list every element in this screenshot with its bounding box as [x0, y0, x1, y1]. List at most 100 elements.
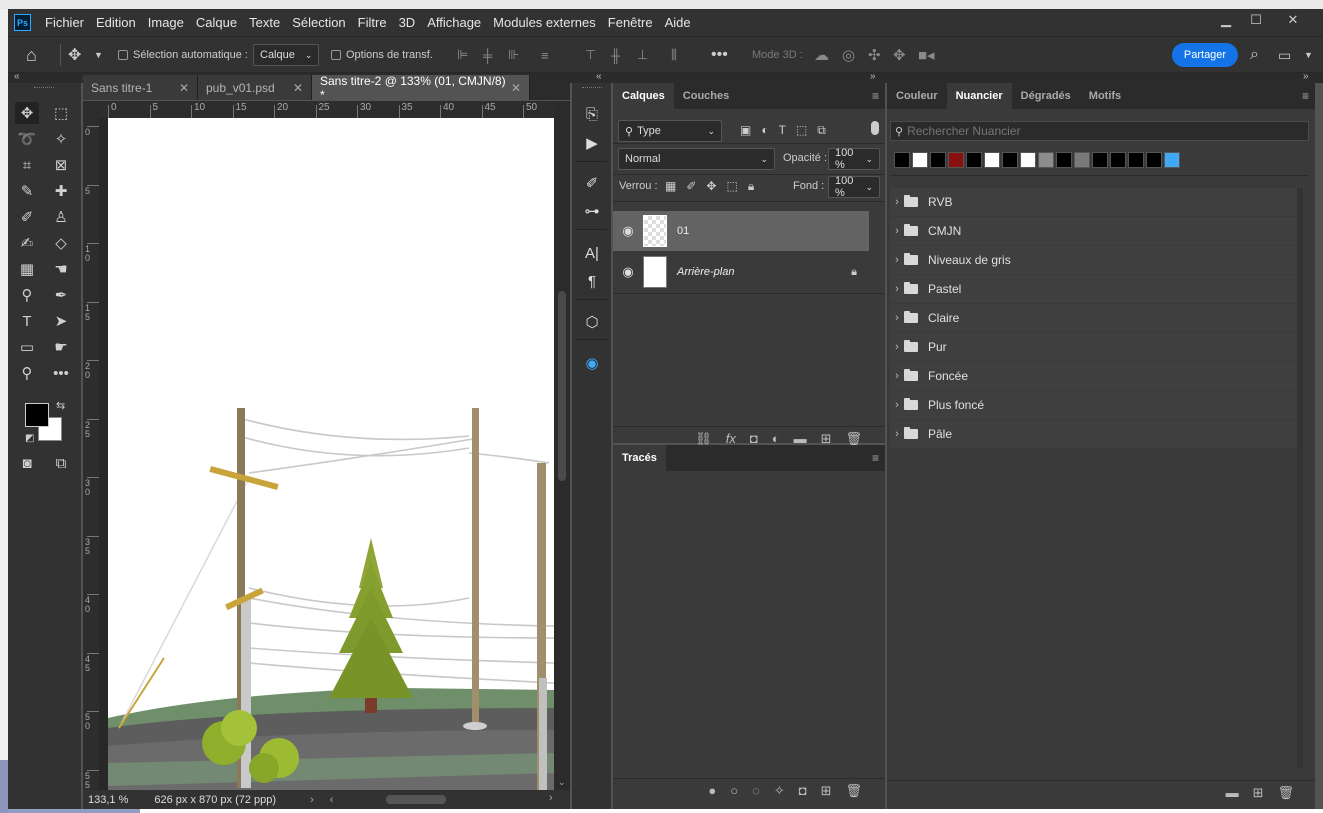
swatch-group-row[interactable]: › RVB	[890, 188, 1298, 216]
workspace-chevron-icon[interactable]: ▼	[1304, 37, 1313, 73]
share-button[interactable]: Partager	[1172, 43, 1238, 67]
orbit-3d-icon[interactable]: ☁	[814, 37, 829, 73]
swatch-color[interactable]	[1056, 152, 1072, 168]
canvas-area[interactable]	[99, 118, 554, 791]
add-mask-icon[interactable]: ◘	[799, 783, 807, 798]
chevron-right-icon[interactable]: ›	[890, 225, 904, 237]
swatch-color[interactable]	[984, 152, 1000, 168]
screen-mode-icon[interactable]: ⧉	[49, 452, 73, 474]
swatch-group-row[interactable]: › Niveaux de gris	[890, 246, 1298, 274]
chevron-right-icon[interactable]: ›	[890, 196, 904, 208]
make-path-icon[interactable]: ✧	[774, 783, 785, 799]
swatch-color[interactable]	[1074, 152, 1090, 168]
panel-menu-icon[interactable]: ≡	[872, 451, 879, 465]
move-tool-icon[interactable]: ✥	[15, 102, 39, 124]
brush-tool-icon[interactable]: ✐	[15, 206, 39, 228]
new-swatch-icon[interactable]: ⊞	[1253, 785, 1264, 801]
swatch-color[interactable]	[948, 152, 964, 168]
close-tab-icon[interactable]: ✕	[293, 81, 303, 95]
visibility-eye-icon[interactable]: ◉	[613, 223, 643, 239]
tab-sans-titre-1[interactable]: Sans titre-1 ✕	[83, 75, 198, 100]
3d-cube-icon[interactable]: ⬡	[580, 310, 604, 334]
tab-degrades[interactable]: Dégradés	[1012, 83, 1080, 109]
collapse-panels-icon[interactable]: »	[1303, 71, 1309, 82]
h-scroll-thumb[interactable]	[386, 795, 446, 804]
opacity-field[interactable]: 100 % ⌄	[828, 147, 880, 171]
distribute-icon[interactable]: ≡	[541, 37, 549, 73]
layer-row-arriere-plan[interactable]: ◉ Arrière-plan 🔒︎	[613, 252, 869, 292]
filter-smart-icon[interactable]: ⧉	[817, 123, 826, 138]
menu-item-10[interactable]: Fenêtre	[602, 9, 659, 36]
roll-3d-icon[interactable]: ◎	[842, 37, 855, 73]
swatch-group-row[interactable]: › CMJN	[890, 217, 1298, 245]
menu-item-11[interactable]: Aide	[659, 9, 697, 36]
visibility-eye-icon[interactable]: ◉	[613, 264, 643, 280]
distribute-vertical-icon[interactable]: ⫼	[671, 37, 677, 73]
layer-filter-dropdown[interactable]: ⚲ Type ⌄	[618, 120, 722, 142]
auto-select-checkbox[interactable]: Sélection automatique :	[118, 37, 248, 73]
chevron-right-icon[interactable]: ›	[890, 283, 904, 295]
crop-tool-icon[interactable]: ⌗	[15, 154, 39, 176]
scroll-left-icon[interactable]: ‹	[330, 794, 334, 806]
collapse-toolbar-icon[interactable]: «	[14, 71, 20, 82]
swatch-search-field[interactable]: ⚲	[890, 121, 1309, 141]
scroll-thumb[interactable]	[558, 291, 566, 481]
hand-tool-icon[interactable]: ☛	[49, 336, 73, 358]
status-menu-chevron-icon[interactable]: ›	[310, 794, 314, 806]
pen-tool-icon[interactable]: ✒	[49, 284, 73, 306]
tab-couleur[interactable]: Couleur	[887, 83, 947, 109]
chevron-right-icon[interactable]: ›	[890, 312, 904, 324]
tab-couches[interactable]: Couches	[674, 83, 738, 109]
scale-3d-icon[interactable]: ■◂	[918, 37, 935, 73]
healing-brush-icon[interactable]: ✚	[49, 180, 73, 202]
eraser-tool-icon[interactable]: ◇	[49, 232, 73, 254]
swatch-color[interactable]	[1110, 152, 1126, 168]
chevron-right-icon[interactable]: ›	[890, 399, 904, 411]
fx-icon[interactable]: fx	[726, 431, 736, 446]
new-path-icon[interactable]: ⊞	[821, 783, 832, 799]
swatch-color[interactable]	[1092, 152, 1108, 168]
chevron-right-icon[interactable]: ›	[890, 341, 904, 353]
default-colors-icon[interactable]: ◩	[25, 433, 34, 444]
more-tools-icon[interactable]: •••	[49, 362, 73, 384]
minimize-icon[interactable]: ▁	[1211, 9, 1241, 31]
chevron-right-icon[interactable]: ›	[890, 370, 904, 382]
auto-select-dropdown[interactable]: Calque ⌄	[253, 44, 320, 66]
lasso-tool-icon[interactable]: ➰	[15, 128, 39, 150]
swatch-color[interactable]	[1146, 152, 1162, 168]
zoom-level[interactable]: 133,1 %	[88, 794, 128, 806]
menu-item-1[interactable]: Edition	[90, 9, 142, 36]
filter-pixel-icon[interactable]: ▣	[740, 123, 751, 138]
maximize-icon[interactable]: ☐	[1241, 9, 1271, 31]
fill-field[interactable]: 100 % ⌄	[828, 175, 880, 199]
marquee-tool-icon[interactable]: ⬚	[49, 102, 73, 124]
paragraph-icon[interactable]: ¶	[580, 269, 604, 293]
home-icon[interactable]: ⌂	[26, 37, 37, 73]
tab-pub-v01[interactable]: pub_v01.psd ✕	[198, 75, 312, 100]
layer-row-01[interactable]: ◉ 01	[613, 211, 869, 251]
menu-item-9[interactable]: Modules externes	[487, 9, 602, 36]
history-icon[interactable]: ⎘	[580, 102, 604, 126]
new-group-icon[interactable]: ▬	[794, 431, 807, 446]
delete-path-icon[interactable]: 🗑︎	[845, 783, 862, 799]
lock-transparency-icon[interactable]: ▦	[665, 179, 676, 194]
menu-item-4[interactable]: Texte	[243, 9, 286, 36]
filter-adjustment-icon[interactable]: ◐	[761, 123, 768, 138]
rectangle-tool-icon[interactable]: ▭	[15, 336, 39, 358]
expand-panels-icon[interactable]: »	[870, 71, 876, 82]
tab-sans-titre-2[interactable]: Sans titre-2 @ 133% (01, CMJN/8) * ✕	[312, 74, 530, 102]
swatch-group-row[interactable]: › Claire	[890, 304, 1298, 332]
swatch-search-input[interactable]	[907, 124, 1288, 138]
history-brush-icon[interactable]: ✍	[15, 232, 39, 254]
path-select-icon[interactable]: ➤	[49, 310, 73, 332]
swatch-group-row[interactable]: › Pastel	[890, 275, 1298, 303]
close-tab-icon[interactable]: ✕	[511, 81, 521, 95]
gradient-tool-icon[interactable]: ▦	[15, 258, 39, 280]
document-canvas[interactable]	[99, 118, 554, 791]
menu-item-0[interactable]: Fichier	[39, 9, 90, 36]
load-selection-icon[interactable]: ◌	[752, 783, 760, 798]
align-right-icon[interactable]: ⊪	[508, 37, 519, 73]
tab-motifs[interactable]: Motifs	[1080, 83, 1130, 109]
menu-item-8[interactable]: Affichage	[421, 9, 487, 36]
magic-wand-icon[interactable]: ✧	[49, 128, 73, 150]
